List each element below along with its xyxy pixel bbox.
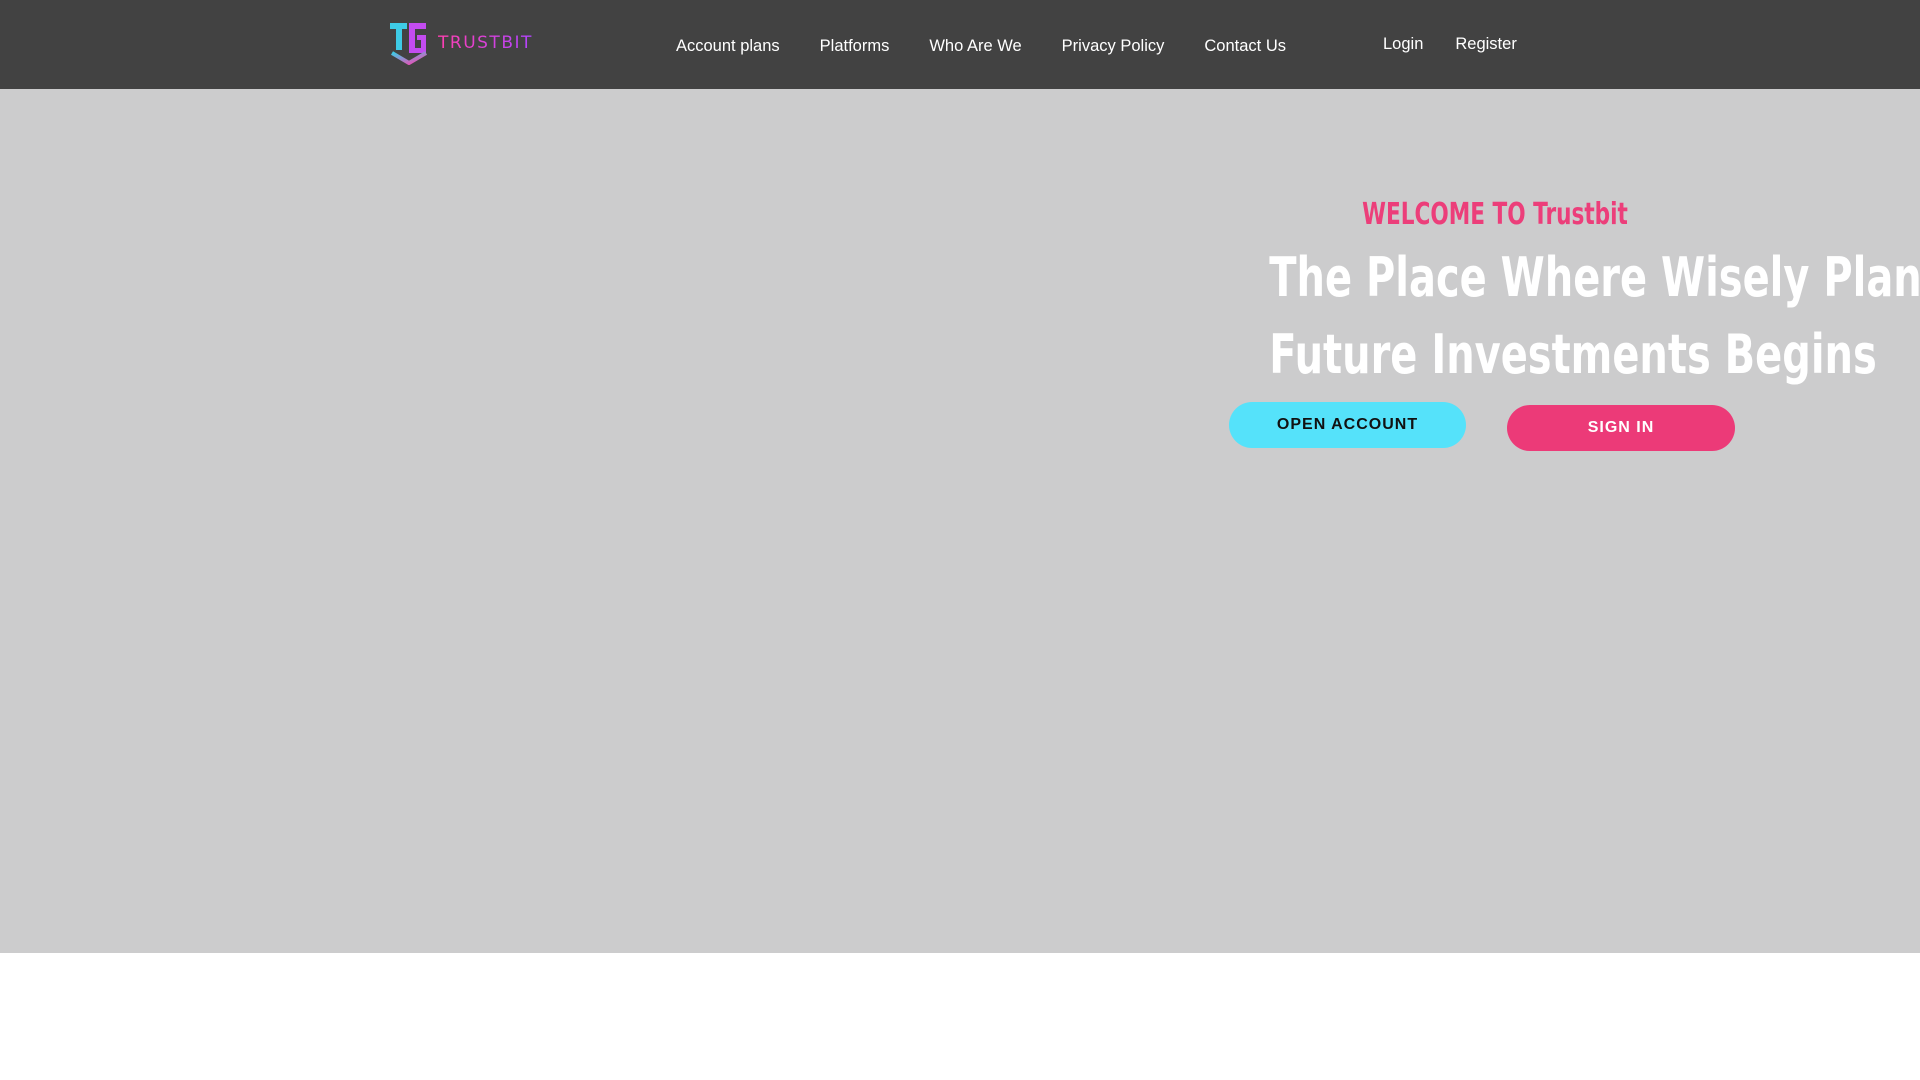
login-link[interactable]: Login: [1367, 35, 1439, 54]
sign-in-button[interactable]: SIGN IN: [1507, 405, 1735, 451]
nav-privacy-policy[interactable]: Privacy Policy: [1042, 37, 1185, 56]
site-header: TRUSTBIT Account plans Platforms Who Are…: [0, 0, 1920, 89]
hero-content: WELCOME TO Trustbit The Place Where Wise…: [1190, 197, 1920, 393]
hero-headline-line-2: Future Investments Begins: [1269, 323, 1877, 386]
hero-headline-line-1: The Place Where Wisely Planed: [1269, 246, 1920, 309]
nav-contact-us[interactable]: Contact Us: [1184, 37, 1306, 56]
register-link[interactable]: Register: [1439, 35, 1532, 54]
open-account-button[interactable]: OPEN ACCOUNT: [1229, 402, 1466, 448]
welcome-heading: WELCOME TO Trustbit: [1362, 197, 1628, 232]
brand-name: TRUSTBIT: [438, 33, 533, 53]
nav-platforms[interactable]: Platforms: [800, 37, 910, 56]
main-nav: Account plans Platforms Who Are We Priva…: [656, 0, 1306, 89]
nav-account-plans[interactable]: Account plans: [656, 37, 800, 56]
hero-headline: The Place Where Wisely Planed Future Inv…: [1269, 239, 1920, 393]
tb-shield-logo-icon: [388, 20, 430, 66]
hero-section: WELCOME TO Trustbit The Place Where Wise…: [0, 89, 1920, 953]
nav-who-are-we[interactable]: Who Are We: [909, 37, 1041, 56]
auth-links: Login Register: [1367, 0, 1533, 89]
brand-logo[interactable]: TRUSTBIT: [388, 20, 533, 66]
